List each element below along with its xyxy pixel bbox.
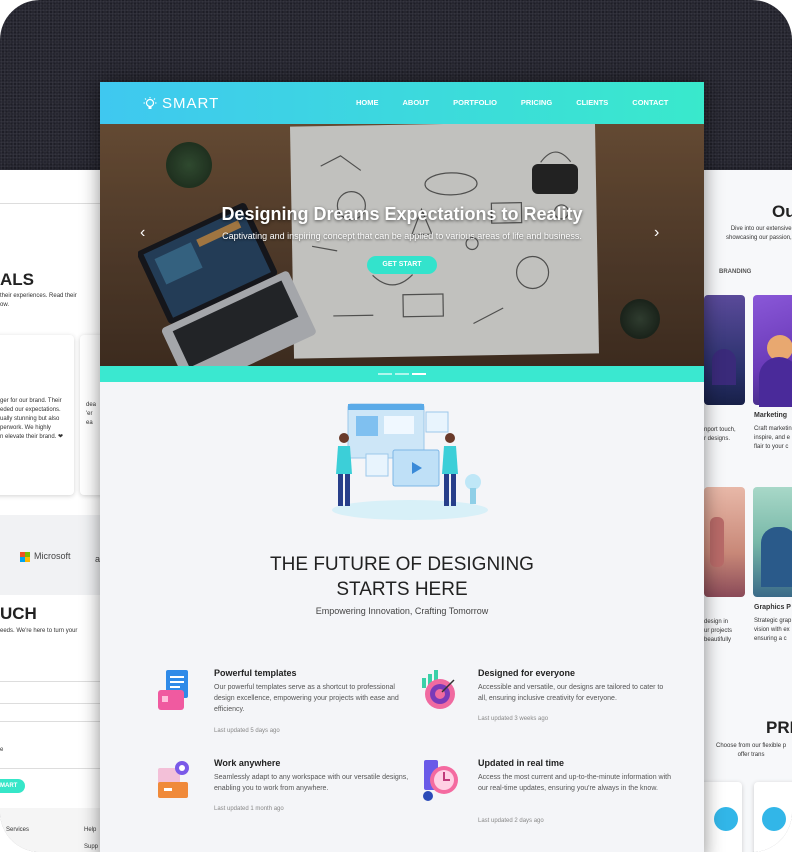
portfolio-image-1[interactable]	[704, 295, 745, 405]
nav-pricing[interactable]: PRICING	[521, 98, 552, 107]
hero-overlay	[100, 124, 704, 366]
left-heading-testimonials: ALS	[0, 270, 34, 289]
portfolio-image-4[interactable]	[753, 487, 792, 597]
design-team-illustration	[332, 403, 488, 520]
microsoft-logo-icon	[20, 552, 30, 562]
feature-updated: Last updated 1 month ago	[214, 806, 284, 812]
lightbulb-icon	[143, 96, 157, 109]
get-start-button[interactable]: GET START	[367, 256, 437, 274]
contact-message-field[interactable]	[0, 755, 100, 769]
feature-description: Seamlessly adapt to any workspace with o…	[214, 774, 409, 792]
partner-microsoft: Microsoft	[34, 551, 71, 561]
footer-services[interactable]: Services	[6, 826, 29, 835]
feature-work-anywhere: Work anywhere Seamlessly adapt to any wo…	[156, 758, 409, 828]
pricing-card-1	[704, 782, 742, 852]
feature-updated: Last updated 2 days ago	[478, 818, 544, 824]
device-frame: ALS their experiences. Read their ow. ge…	[0, 0, 792, 852]
feature-updated: Last updated 5 days ago	[214, 728, 280, 734]
footer-help[interactable]: Help	[84, 826, 96, 835]
nav-home[interactable]: HOME	[356, 98, 379, 107]
section-title-line-2: STARTS HERE	[336, 579, 468, 600]
section-tagline: Empowering Innovation, Crafting Tomorrow	[315, 606, 489, 616]
slider-dot-1[interactable]	[378, 373, 392, 375]
nav-contact[interactable]: CONTACT	[632, 98, 668, 107]
left-testimonial-card-2: dea 'er ea	[80, 335, 100, 495]
feature-powerful-templates: Powerful templates Our powerful template…	[156, 668, 406, 738]
templates-icon	[158, 670, 188, 710]
nav-clients[interactable]: CLIENTS	[576, 98, 608, 107]
feature-designed-for-everyone: Designed for everyone Accessible and ver…	[420, 668, 670, 738]
left-testimonial-text: ger for our brand. Their eded our expect…	[0, 398, 64, 440]
section-title-line-1: THE FUTURE OF DESIGNING	[270, 554, 534, 575]
hero-subtitle: Captivating and inspiring concept that c…	[222, 231, 582, 241]
card2-title: Graphics P	[754, 604, 791, 611]
feature-title: Updated in real time	[478, 758, 565, 768]
feature-description: Accessible and versatile, our designs ar…	[478, 684, 664, 702]
feature-updated-real-time: Updated in real time Access the most cur…	[420, 758, 671, 828]
left-testimonial-card: ger for our brand. Their eded our expect…	[0, 335, 74, 495]
feature-title: Work anywhere	[214, 758, 281, 768]
portfolio-image-3[interactable]	[704, 487, 745, 597]
feature-title: Designed for everyone	[478, 668, 576, 678]
left-top-field	[0, 192, 100, 204]
workspace-icon	[158, 761, 189, 798]
main-page-preview: SMART HOME ABOUT PORTFOLIO PRICING CLIEN…	[100, 82, 704, 852]
hero-title: Designing Dreams Expectations to Reality	[221, 204, 583, 224]
right-heading-pricing: PRI	[766, 718, 792, 737]
slider-dot-2[interactable]	[395, 373, 409, 375]
left-contact-intro: eeds. We're here to turn your	[0, 628, 78, 634]
nav-about[interactable]: ABOUT	[403, 98, 430, 107]
footer-support[interactable]: Supp	[84, 843, 98, 852]
pricing-card-2	[754, 782, 792, 852]
top-navbar: SMART HOME ABOUT PORTFOLIO PRICING CLIEN…	[100, 82, 704, 124]
filter-branding[interactable]: BRANDING	[719, 268, 751, 277]
slider-dot-3[interactable]	[412, 373, 426, 375]
contact-field-label: e	[0, 747, 4, 753]
right-heading-portfolio: Ou	[772, 202, 792, 221]
card1-desc: Craft marketin inspire, and e flair to y…	[754, 426, 792, 450]
left-footer: Services Help Supp	[0, 808, 100, 852]
feature-description: Our powerful templates serve as a shortc…	[214, 684, 399, 713]
left-desc-1: nport touch, r designs.	[704, 427, 736, 442]
contact-field-2[interactable]	[0, 692, 100, 704]
left-intro: their experiences. Read their ow.	[0, 293, 77, 308]
card2-desc: Strategic grap vision with ex ensuring a…	[754, 618, 792, 642]
contact-field-3[interactable]	[0, 710, 100, 722]
feature-updated: Last updated 3 weeks ago	[478, 716, 549, 722]
left-testimonial-text-2: dea 'er ea	[86, 402, 97, 426]
nav-links: HOME ABOUT PORTFOLIO PRICING CLIENTS CON…	[356, 98, 692, 107]
feature-title: Powerful templates	[214, 668, 297, 678]
right-intro: Dive into our extensive p showcasing our…	[726, 226, 792, 241]
target-icon	[422, 670, 455, 709]
brand-name: SMART	[162, 95, 220, 112]
pricing-intro: Choose from our flexible p offer trans	[716, 743, 787, 758]
portfolio-image-2[interactable]	[753, 295, 792, 407]
section-title: THE FUTURE OF DESIGNING STARTS HERE	[100, 552, 704, 602]
slider-next-icon[interactable]: ›	[654, 224, 659, 242]
left-heading-touch: UCH	[0, 604, 37, 623]
feature-description: Access the most current and up-to-the-mi…	[478, 774, 671, 792]
left-desc-2: design in ur projects beautifully	[704, 619, 733, 643]
hero-slider: Designing Dreams Expectations to Reality…	[100, 124, 704, 366]
contact-field-1[interactable]	[0, 670, 100, 682]
left-page-preview: ALS their experiences. Read their ow. ge…	[0, 170, 100, 852]
clock-icon	[423, 760, 458, 801]
card1-title: Marketing	[754, 412, 788, 419]
brand-logo[interactable]: SMART	[142, 95, 219, 112]
contact-submit-button[interactable]: MART	[0, 779, 26, 793]
left-partners-band: Microsoft a	[0, 515, 100, 595]
slider-prev-icon[interactable]: ‹	[140, 224, 145, 242]
nav-portfolio[interactable]: PORTFOLIO	[453, 98, 497, 107]
right-page-preview: Ou Dive into our extensive p showcasing …	[704, 170, 792, 852]
